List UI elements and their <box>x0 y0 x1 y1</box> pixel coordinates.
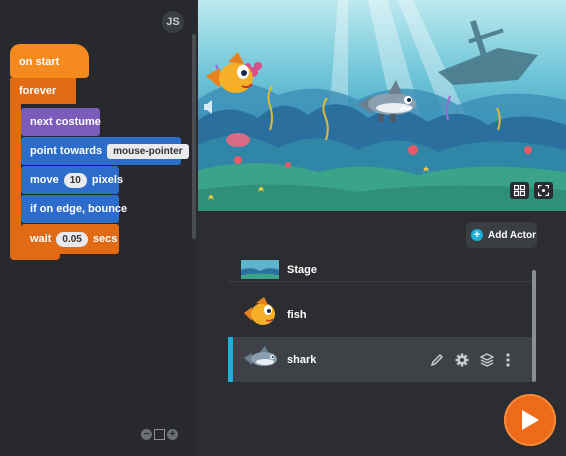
actor-row-fish[interactable]: fish <box>228 292 532 337</box>
actor-name-shark: shark <box>287 353 317 366</box>
if-on-edge-bounce-label: if on edge, bounce <box>30 203 128 215</box>
grid-icon <box>514 185 525 196</box>
shark-thumbnail <box>244 346 277 366</box>
fish-thumbnail <box>244 297 275 325</box>
clam <box>226 133 250 147</box>
edit-pencil-icon[interactable] <box>430 353 444 367</box>
actor-row-shark[interactable]: shark <box>228 337 532 382</box>
move-unit-label: pixels <box>91 174 124 186</box>
zoom-in-button[interactable]: + <box>167 429 178 440</box>
point-towards-label: point towards <box>30 145 103 157</box>
actor-row-stage[interactable]: Stage <box>228 259 532 282</box>
move-value-input[interactable]: 10 <box>63 172 87 188</box>
actor-name-stage: Stage <box>287 264 317 276</box>
next-costume-block[interactable]: next costume <box>21 108 101 136</box>
forever-block[interactable]: forever <box>10 78 76 104</box>
code-scrollbar[interactable] <box>192 34 196 239</box>
plus-icon: + <box>471 229 483 241</box>
point-towards-block[interactable]: point towards mouse-pointer <box>21 137 189 165</box>
javascript-toggle-button[interactable]: JS <box>162 11 184 33</box>
selected-indicator <box>228 337 233 382</box>
point-target-dropdown[interactable]: mouse-pointer <box>107 143 189 159</box>
wait-block[interactable]: wait 0.05 secs <box>21 224 119 254</box>
zoom-out-button[interactable]: − <box>141 429 152 440</box>
on-start-label: on start <box>19 56 60 68</box>
forever-block-arm <box>10 104 21 246</box>
zoom-controls: − + <box>141 429 178 440</box>
actor-name-fish: fish <box>287 308 307 321</box>
move-label: move <box>30 174 59 186</box>
wait-label: wait <box>30 233 52 245</box>
wait-unit-label: secs <box>92 233 118 245</box>
next-costume-label: next costume <box>30 116 101 128</box>
wait-value-input[interactable]: 0.05 <box>56 231 88 247</box>
stage-thumbnail <box>241 260 279 279</box>
actor-list: Stage fish shark <box>228 259 532 384</box>
stage-canvas[interactable] <box>198 0 566 211</box>
if-on-edge-bounce-block[interactable]: if on edge, bounce <box>21 195 127 223</box>
actor-row-tools <box>430 337 511 382</box>
more-options-icon[interactable] <box>505 352 511 367</box>
zoom-reset-button[interactable] <box>154 429 165 440</box>
settings-gear-icon[interactable] <box>455 353 469 367</box>
actor-list-scrollbar[interactable] <box>532 270 536 382</box>
expand-icon <box>538 185 549 196</box>
layers-icon[interactable] <box>480 352 494 367</box>
stage-fullscreen-button[interactable] <box>534 182 553 199</box>
add-actor-label: Add Actor <box>488 229 536 241</box>
stage-grid-button[interactable] <box>510 182 529 199</box>
forever-label: forever <box>19 85 57 97</box>
code-area[interactable]: JS on start forever next costume point t… <box>0 0 197 456</box>
move-block[interactable]: move 10 pixels <box>21 166 123 194</box>
add-actor-button[interactable]: + Add Actor <box>466 222 537 248</box>
on-start-block[interactable]: on start <box>10 44 89 78</box>
play-button[interactable] <box>504 394 556 446</box>
underwater-scene <box>198 0 566 211</box>
play-icon <box>522 410 539 430</box>
